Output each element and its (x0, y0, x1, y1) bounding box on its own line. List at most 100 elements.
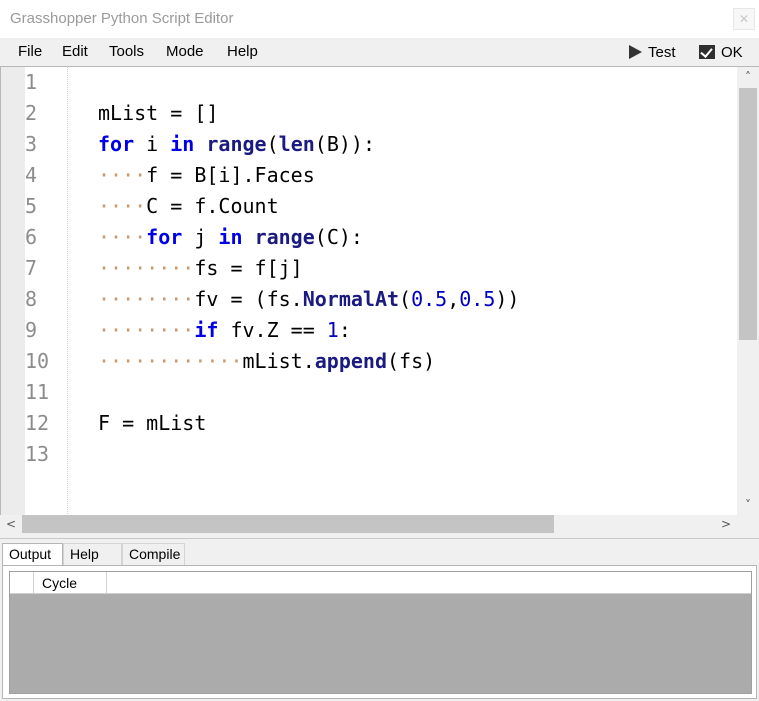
line-number: 11 (25, 380, 50, 404)
code-line: ····C = f.Count (98, 191, 519, 222)
code-token: len (278, 132, 315, 156)
bottom-panel: Output Help Compile Cycle (0, 538, 759, 701)
code-line: ········fs = f[j] (98, 253, 519, 284)
horizontal-scroll-thumb[interactable] (22, 515, 554, 533)
code-token: for (98, 132, 135, 156)
menu-tools[interactable]: Tools (109, 43, 144, 60)
code-text[interactable]: mList = [] for i in range(len(B)): ····f =… (98, 67, 519, 470)
code-token: in (218, 225, 243, 249)
indent-marker: ········ (98, 318, 195, 342)
grid-corner[interactable] (10, 572, 34, 594)
code-token: mList. (242, 349, 315, 373)
tab-output[interactable]: Output (2, 543, 63, 566)
code-token: (fs) (387, 349, 436, 373)
code-line: ············mList.append(fs) (98, 346, 519, 377)
test-button[interactable]: Test (629, 41, 676, 63)
code-token: mList = [] (98, 101, 219, 125)
line-number: 8 (25, 287, 38, 311)
indent-marker: ············ (98, 349, 243, 373)
code-token: ( (266, 132, 279, 156)
line-number: 6 (25, 225, 38, 249)
vertical-scrollbar[interactable]: ˄ ˅ (737, 67, 759, 515)
indent-marker: ···· (98, 163, 147, 187)
indent-marker: ···· (98, 194, 147, 218)
line-number: 9 (25, 318, 38, 342)
code-token: (C): (314, 225, 363, 249)
gutter-divider (67, 67, 68, 516)
code-token: append (314, 349, 387, 373)
indent-marker: ········ (98, 256, 195, 280)
code-token: F = mList (98, 411, 207, 435)
code-token: 0.5 (459, 287, 496, 311)
menu-bar: File Edit Tools Mode Help Test OK (0, 38, 759, 66)
scroll-left-icon[interactable]: < (2, 515, 20, 533)
code-token: range (254, 225, 315, 249)
code-token: NormalAt (302, 287, 400, 311)
line-number: 13 (25, 442, 50, 466)
tab-help[interactable]: Help (63, 543, 122, 565)
output-grid: Cycle (9, 571, 752, 694)
code-token: j (182, 225, 219, 249)
grid-header: Cycle (10, 572, 751, 594)
code-token: 1 (326, 318, 339, 342)
line-numbers: 1 2 3 4 5 6 7 8 9 10 11 12 13 (25, 67, 49, 470)
code-token: fv.Z == (218, 318, 327, 342)
code-line: mList = [] (98, 98, 519, 129)
tab-compile[interactable]: Compile (122, 543, 185, 565)
line-number: 12 (25, 411, 50, 435)
horizontal-scrollbar[interactable]: < > (0, 515, 759, 533)
line-number: 7 (25, 256, 38, 280)
line-number: 4 (25, 163, 38, 187)
code-token: if (194, 318, 219, 342)
column-header-cycle[interactable]: Cycle (34, 572, 107, 594)
line-number: 2 (25, 101, 38, 125)
code-token: for (146, 225, 183, 249)
menu-mode[interactable]: Mode (166, 43, 204, 60)
output-panel: Cycle (2, 565, 757, 699)
scroll-right-icon[interactable]: > (716, 515, 736, 533)
ok-button[interactable]: OK (699, 41, 743, 63)
code-line: ····f = B[i].Faces (98, 160, 519, 191)
code-token: f = B[i].Faces (146, 163, 315, 187)
menu-edit[interactable]: Edit (62, 43, 88, 60)
code-token: in (170, 132, 195, 156)
close-icon[interactable]: ✕ (733, 8, 755, 30)
code-token: ( (399, 287, 412, 311)
code-token: , (447, 287, 460, 311)
code-token: range (206, 132, 267, 156)
scroll-up-icon[interactable]: ˄ (737, 67, 759, 87)
code-line: ········fv = (fs.NormalAt(0.5,0.5)) (98, 284, 519, 315)
indent-marker: ···· (98, 225, 147, 249)
play-icon (629, 45, 642, 59)
code-token: (B)): (314, 132, 375, 156)
code-line: ········if fv.Z == 1: (98, 315, 519, 346)
code-token: 0.5 (411, 287, 448, 311)
vertical-scroll-thumb[interactable] (739, 88, 757, 340)
code-line: ····for j in range(C): (98, 222, 519, 253)
code-line: for i in range(len(B)): (98, 129, 519, 160)
code-token: fv = (fs. (194, 287, 303, 311)
title-bar: Grasshopper Python Script Editor ✕ (0, 0, 759, 38)
code-token: C = f.Count (146, 194, 279, 218)
menu-help[interactable]: Help (227, 43, 258, 60)
editor-margin (1, 67, 25, 516)
indent-marker: ········ (98, 287, 195, 311)
line-number: 1 (25, 70, 38, 94)
code-token: fs = f[j] (194, 256, 303, 280)
line-number: 5 (25, 194, 38, 218)
test-label: Test (648, 43, 676, 61)
code-token: i (134, 132, 171, 156)
code-editor[interactable]: 1 2 3 4 5 6 7 8 9 10 11 12 13 mList = [] for i in ran… (0, 66, 759, 516)
code-token: : (338, 318, 351, 342)
scroll-down-icon[interactable]: ˅ (737, 495, 759, 515)
code-token: )) (495, 287, 520, 311)
checkmark-icon (699, 45, 715, 59)
menu-file[interactable]: File (18, 43, 42, 60)
line-number: 10 (25, 349, 50, 373)
line-number: 3 (25, 132, 38, 156)
